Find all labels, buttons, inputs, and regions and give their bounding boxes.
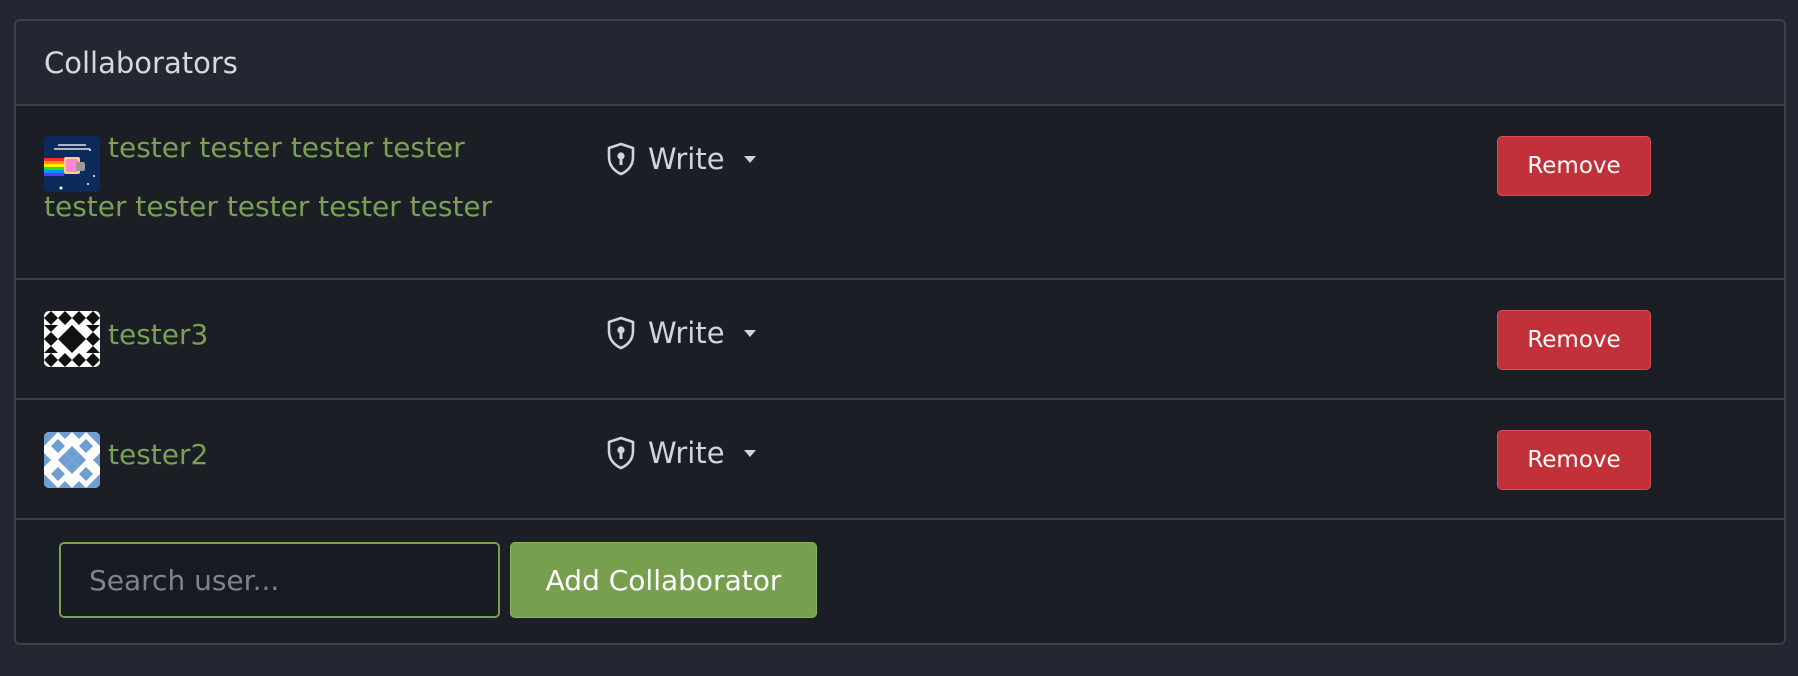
shield-lock-icon [607,436,635,470]
shield-lock-icon [607,316,635,350]
panel-header: Collaborators [16,21,1784,106]
permission-dropdown[interactable]: Write [606,142,757,176]
add-collaborator-form: Add Collaborator [16,520,1784,643]
collaborator-row: tester tester tester tester tester teste… [16,106,1784,280]
add-collaborator-button[interactable]: Add Collaborator [510,542,817,618]
search-user-input[interactable] [59,542,500,618]
permission-label: Write [648,142,725,176]
permission-label: Write [648,316,725,350]
collaborator-name-link[interactable]: tester tester tester tester tester teste… [44,118,544,236]
collaborator-name-link[interactable]: tester3 [108,318,208,351]
permission-dropdown[interactable]: Write [606,316,757,350]
shield-lock-icon [607,142,635,176]
chevron-down-icon [743,155,756,163]
permission-label: Write [648,436,725,470]
chevron-down-icon [743,449,756,457]
collaborator-name-link[interactable]: tester2 [108,438,208,471]
collaborator-row: tester2 Write Remove [16,400,1784,520]
identicon-avatar[interactable] [44,432,100,488]
identicon-avatar[interactable] [44,311,100,367]
remove-button[interactable]: Remove [1497,136,1651,196]
collaborator-row: tester3 Write Remove [16,280,1784,400]
collaborators-panel: Collaborators tester tester tester teste… [14,19,1786,645]
chevron-down-icon [743,329,756,337]
permission-dropdown[interactable]: Write [606,436,757,470]
panel-title: Collaborators [44,45,238,80]
remove-button[interactable]: Remove [1497,430,1651,490]
remove-button[interactable]: Remove [1497,310,1651,370]
